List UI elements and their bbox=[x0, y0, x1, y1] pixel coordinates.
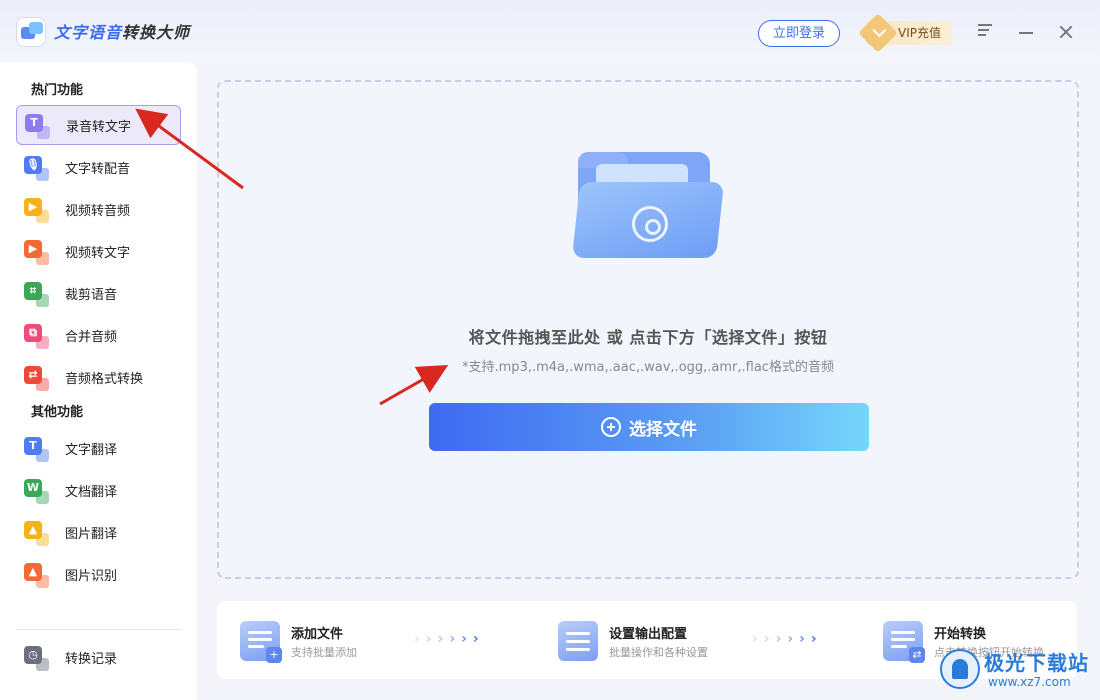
title-bar: 文字语音转换大师 立即登录 VIP充值 bbox=[0, 0, 1100, 62]
sidebar-item-label: 录音转文字 bbox=[66, 119, 132, 135]
step-title: 添加文件 bbox=[291, 627, 344, 642]
sidebar-item-other-0[interactable]: T 文字翻译 bbox=[16, 428, 181, 468]
supported-formats: *支持.mp3,.m4a,.wma,.aac,.wav,.ogg,.amr,.f… bbox=[462, 360, 834, 375]
watermark-logo: 极光下载站 www.xz7.com bbox=[940, 645, 1095, 695]
image-translate-icon: ▲ bbox=[24, 521, 49, 546]
sidebar-item-hot-0[interactable]: T 录音转文字 bbox=[16, 105, 181, 145]
sidebar-item-hot-4[interactable]: ⌗ 裁剪语音 bbox=[16, 273, 181, 313]
music-folder-icon bbox=[572, 152, 724, 262]
history-icon: ◷ bbox=[24, 646, 49, 671]
step-title: 开始转换 bbox=[934, 627, 987, 642]
sidebar-item-label: 转换记录 bbox=[65, 651, 118, 667]
other-features-title: 其他功能 bbox=[31, 405, 84, 420]
add-circle-icon bbox=[601, 417, 621, 437]
sidebar-item-label: 图片翻译 bbox=[65, 526, 118, 542]
login-button[interactable]: 立即登录 bbox=[758, 20, 840, 47]
vip-recharge-button[interactable]: VIP充值 bbox=[858, 13, 952, 53]
output-settings-icon bbox=[558, 621, 598, 661]
sidebar-item-hot-6[interactable]: ⇄ 音频格式转换 bbox=[16, 357, 181, 397]
sidebar-item-label: 合并音频 bbox=[65, 329, 118, 345]
minimize-icon[interactable] bbox=[1018, 24, 1034, 40]
chevrons-icon: ›››››› bbox=[414, 631, 485, 647]
crop-audio-icon: ⌗ bbox=[24, 282, 49, 307]
step-title: 设置输出配置 bbox=[609, 627, 688, 642]
step-desc: 支持批量添加 bbox=[291, 646, 357, 659]
sidebar-item-other-1[interactable]: W 文档翻译 bbox=[16, 470, 181, 510]
sidebar-item-hot-2[interactable]: ▶ 视频转音频 bbox=[16, 189, 181, 229]
sidebar-divider bbox=[16, 629, 181, 630]
sidebar-item-label: 图片识别 bbox=[65, 568, 118, 584]
sidebar-item-label: 文字转配音 bbox=[65, 161, 131, 177]
video-to-audio-icon: ▶ bbox=[24, 198, 49, 223]
sidebar-item-label: 文档翻译 bbox=[65, 484, 118, 500]
step-desc: 批量操作和各种设置 bbox=[609, 646, 708, 659]
sidebar-item-label: 文字翻译 bbox=[65, 442, 118, 458]
sidebar-item-label: 视频转音频 bbox=[65, 203, 131, 219]
video-to-text-icon: ▶ bbox=[24, 240, 49, 265]
close-icon[interactable] bbox=[1058, 24, 1074, 40]
watermark-icon bbox=[940, 649, 980, 689]
sidebar-item-hot-5[interactable]: ⧉ 合并音频 bbox=[16, 315, 181, 355]
sidebar-item-label: 裁剪语音 bbox=[65, 287, 118, 303]
sidebar-item-hot-3[interactable]: ▶ 视频转文字 bbox=[16, 231, 181, 271]
app-title: 文字语音转换大师 bbox=[54, 23, 191, 42]
sidebar-item-label: 视频转文字 bbox=[65, 245, 131, 261]
add-file-icon: + bbox=[240, 621, 282, 663]
chevrons-icon: ›››››› bbox=[752, 631, 823, 647]
sidebar: 热门功能 T 录音转文字 🎙 文字转配音 ▶ 视频转音频 ▶ 视频转文字 ⌗ 裁剪语音 ⧉ 合并音频 ⇄… bbox=[0, 62, 197, 700]
sidebar-item-other-2[interactable]: ▲ 图片翻译 bbox=[16, 512, 181, 552]
text-translate-icon: T bbox=[24, 437, 49, 462]
app-logo-icon bbox=[16, 17, 46, 47]
text-to-voice-icon: 🎙 bbox=[24, 156, 49, 181]
select-file-label: 选择文件 bbox=[629, 419, 697, 440]
drop-instruction: 将文件拖拽至此处 或 点击下方「选择文件」按钮 bbox=[468, 328, 828, 347]
sidebar-item-label: 音频格式转换 bbox=[65, 371, 144, 387]
sidebar-item-hot-1[interactable]: 🎙 文字转配音 bbox=[16, 147, 181, 187]
image-recognize-icon: ▲ bbox=[24, 563, 49, 588]
sidebar-item-history[interactable]: ◷ 转换记录 bbox=[16, 637, 181, 677]
sidebar-item-other-3[interactable]: ▲ 图片识别 bbox=[16, 554, 181, 594]
hot-features-title: 热门功能 bbox=[31, 83, 84, 98]
vip-label: VIP充值 bbox=[898, 26, 941, 40]
mic-to-text-icon: T bbox=[25, 114, 50, 139]
watermark-url: www.xz7.com bbox=[988, 675, 1071, 689]
menu-icon[interactable] bbox=[978, 24, 994, 40]
start-convert-icon: ⇄ bbox=[883, 621, 925, 663]
doc-translate-icon: W bbox=[24, 479, 49, 504]
select-file-button[interactable]: 选择文件 bbox=[429, 403, 869, 451]
audio-format-icon: ⇄ bbox=[24, 366, 49, 391]
watermark-text: 极光下载站 bbox=[984, 651, 1089, 675]
vip-crown-icon bbox=[858, 13, 898, 53]
merge-audio-icon: ⧉ bbox=[24, 324, 49, 349]
